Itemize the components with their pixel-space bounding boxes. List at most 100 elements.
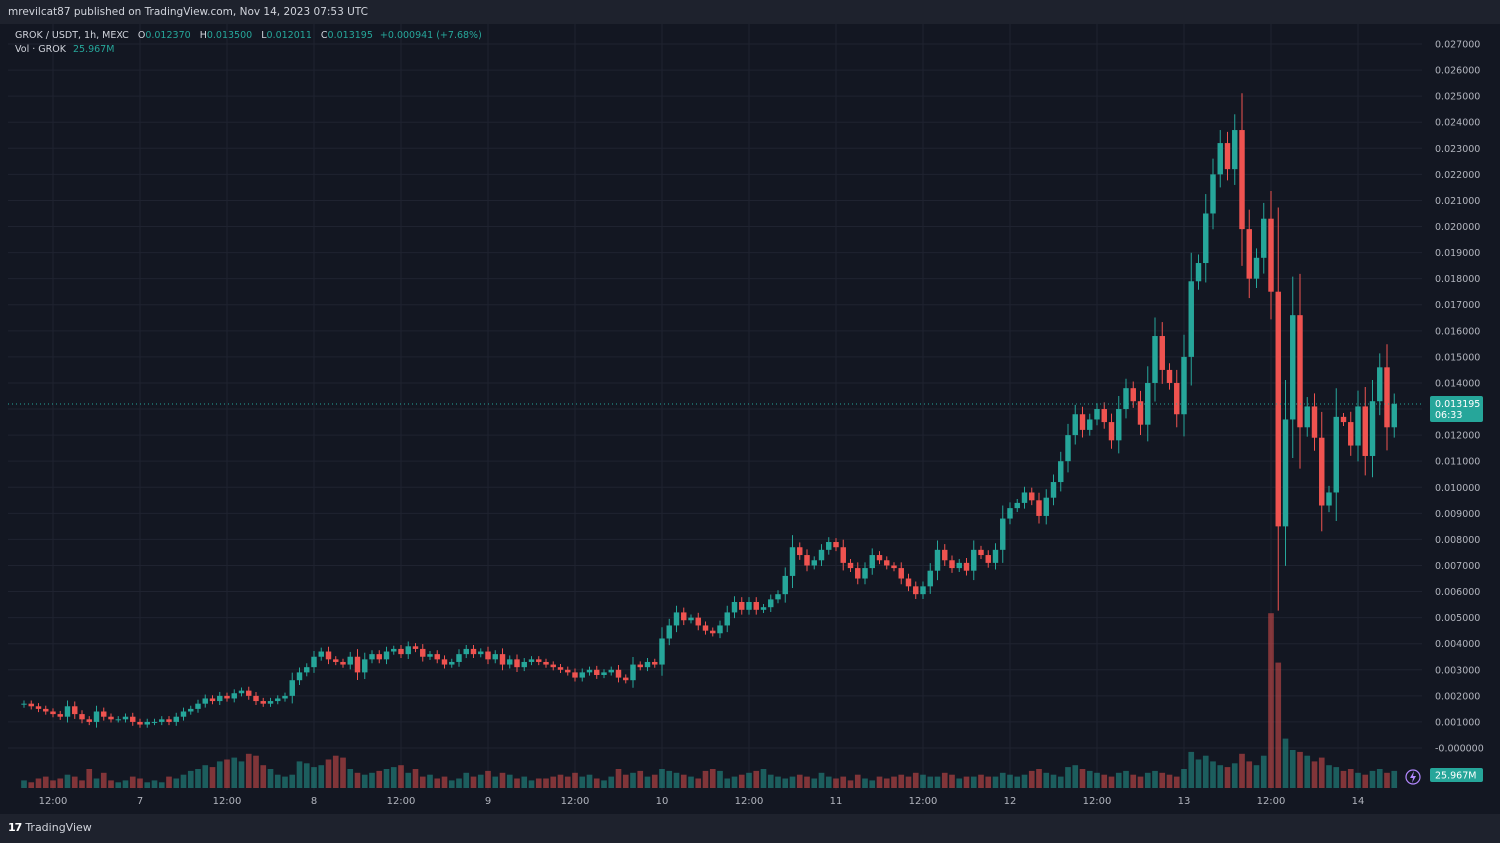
candlestick-chart[interactable]: 0.027000 0.026000 0.025000 0.024000 0.023000… [8,24,1492,814]
volume-bar [760,769,767,788]
candle-body [72,706,78,715]
volume-bar [978,774,984,788]
candle-body [869,555,875,569]
volume-bar [1202,755,1209,788]
x-tick-label: 13 [1178,796,1191,807]
candle-body [956,562,962,569]
volume-bar [862,778,868,788]
candle-body [594,669,600,675]
candle-body [1050,482,1057,498]
y-tick-label: 0.016000 [1435,326,1480,337]
candle-body [260,701,266,704]
candle-body [637,664,643,668]
candle-body [1036,500,1042,516]
volume-bar [129,776,136,788]
volume-bar [615,769,622,788]
publish-bar: mrevilcat87 published on TradingView.com… [0,0,1500,24]
candle-body [35,706,42,709]
volume-bar [673,772,680,788]
y-tick-label: 0.010000 [1435,483,1480,494]
candle-body [130,716,136,722]
volume-bar [1210,761,1216,788]
candle-body [1232,130,1238,170]
volume-bar [173,778,180,788]
candle-body [840,547,846,563]
volume-bar [912,772,919,788]
candle-body [1188,281,1194,357]
volume-bar [86,769,93,788]
volume-bar [630,772,636,788]
candle-body [224,695,230,699]
volume-bar [572,772,578,788]
x-tick-label: 12 [1004,796,1017,807]
candle-body [1058,461,1064,483]
volume-legend-row: Vol · GROK 25.967M [15,43,482,57]
candle-body [1152,336,1158,383]
candle-body [789,547,796,576]
candle-body [1123,388,1129,410]
candle-body [499,654,506,665]
volume-bar [115,782,122,788]
candle-body [652,661,658,665]
x-tick-label: 12:00 [387,796,416,807]
chart-area[interactable]: 0.027000 0.026000 0.025000 0.024000 0.023000… [8,24,1492,814]
candle-body [1253,257,1260,279]
volume-bar [499,772,506,788]
candle-body [1101,409,1107,423]
tradingview-brand[interactable]: 17 TradingView [8,821,92,834]
volume-bar [427,774,433,788]
y-tick-label: 0.017000 [1435,300,1480,311]
volume-bar [311,767,317,788]
footer-bar: 17 TradingView [0,814,1500,843]
candle-body [1326,492,1332,506]
lightning-bolt-icon [1410,771,1416,783]
volume-bar [57,778,64,788]
candle-body [1166,369,1173,383]
candle-body [1224,143,1231,170]
low-value: 0.012011 [266,30,312,41]
candle-body [362,659,368,673]
candle-body [1304,406,1310,428]
candle-body [536,659,542,662]
candle-body [608,669,614,673]
volume-bar [195,769,201,788]
y-tick-label: 0.005000 [1435,613,1480,624]
candle-body [354,656,361,673]
volume-bar [245,753,252,788]
volume-bar [158,782,165,788]
x-tick-label: 9 [485,796,491,807]
volume-bar [564,776,571,788]
candle-body [405,646,411,655]
candle-body [485,651,491,660]
candle-body [434,654,440,660]
candle-body [238,690,245,694]
candle-body [913,586,919,595]
volume-bar [1268,613,1274,788]
y-tick-label: 0.006000 [1435,587,1480,598]
volume-bar [891,776,897,788]
candle-body [920,586,926,595]
candle-body [318,651,324,657]
volume-bar [854,774,861,788]
candle-body [93,711,100,722]
candle-body [1000,518,1006,550]
volume-bar [717,770,723,788]
volume-bar [1311,761,1318,788]
volume-bar [506,774,513,788]
volume-bar [42,776,49,788]
volume-bar [369,772,375,788]
y-tick-label: 0.004000 [1435,639,1480,650]
x-tick-label: 12:00 [1257,796,1286,807]
candle-body [739,601,745,610]
candle-body [507,659,513,665]
candle-body [659,638,665,665]
candle-body [826,542,832,550]
volume-bar [927,776,934,788]
volume-bar [79,780,85,788]
volume-bar [956,778,963,788]
volume-bar [187,770,194,788]
volume-bar [528,780,535,788]
candle-body [1014,502,1020,509]
volume-bar [1188,751,1195,788]
y-tick-label: 0.008000 [1435,535,1480,546]
